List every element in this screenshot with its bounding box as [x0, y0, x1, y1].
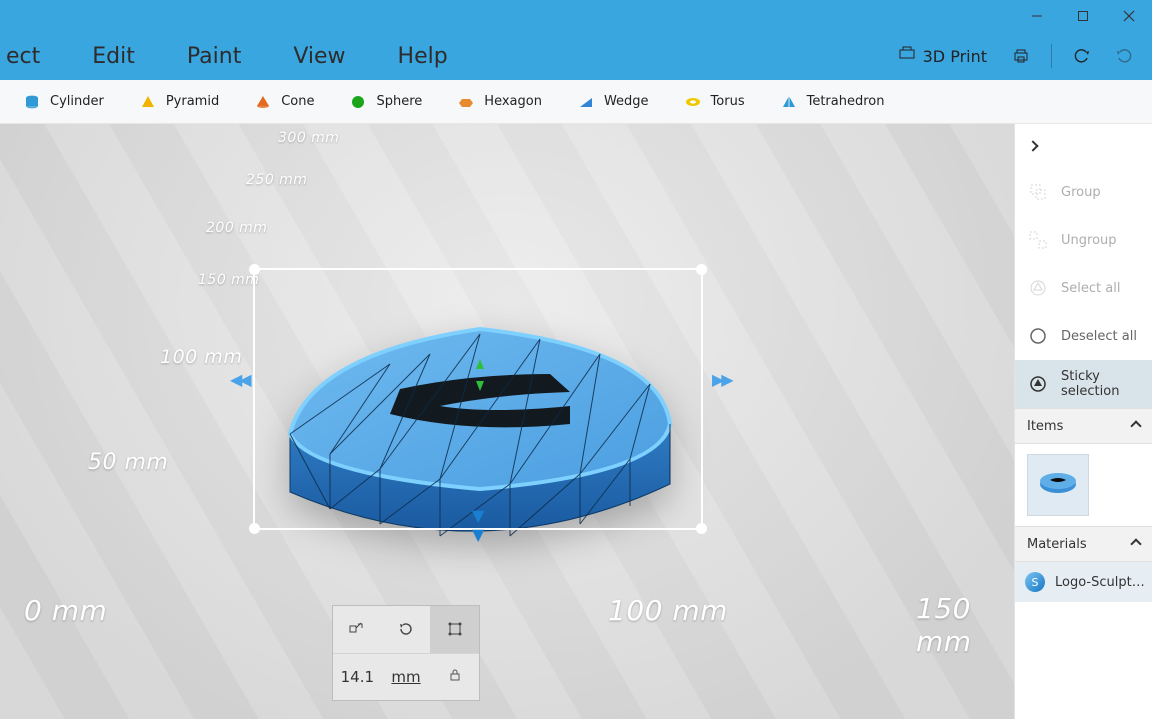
- ruler-x-150: 150 mm: [916, 592, 1014, 658]
- transform-lock-button[interactable]: [430, 668, 479, 686]
- handle-bottom-right[interactable]: [696, 523, 707, 534]
- print-preview-button[interactable]: [1003, 32, 1039, 80]
- handle-bottom-left[interactable]: [249, 523, 260, 534]
- shape-torus[interactable]: Torus: [667, 80, 763, 123]
- window-close-button[interactable]: [1106, 0, 1152, 32]
- window-minimize-button[interactable]: [1014, 0, 1060, 32]
- chevron-right-icon: [1027, 140, 1038, 151]
- selection-bounding-box[interactable]: [253, 268, 703, 530]
- menu-view[interactable]: View: [267, 44, 371, 69]
- menu-help[interactable]: Help: [372, 44, 474, 69]
- 3d-print-icon: [899, 46, 915, 66]
- deselect-icon: [1029, 327, 1047, 345]
- material-name: Logo-Sculpteo.p...: [1055, 575, 1147, 590]
- cylinder-icon: [24, 94, 40, 110]
- shape-hexagon[interactable]: Hexagon: [440, 80, 560, 123]
- rotate-left-arrows-icon[interactable]: ◀◀: [230, 370, 249, 389]
- torus-icon: [685, 94, 701, 110]
- transform-value[interactable]: 14.1: [333, 668, 382, 686]
- side-panel: Group Ungroup Select all Deselect all Sticky…: [1014, 124, 1152, 719]
- group-icon: [1029, 183, 1047, 201]
- transform-panel: 14.1 mm: [332, 605, 480, 701]
- viewport-3d[interactable]: 300 mm 250 mm 200 mm 150 mm 100 mm 50 mm…: [0, 124, 1014, 719]
- ruler-z-150: 150 mm: [198, 272, 259, 288]
- menu-paint[interactable]: Paint: [161, 44, 267, 69]
- sticky-icon: [1029, 375, 1047, 393]
- 3d-print-button[interactable]: 3D Print: [889, 32, 997, 80]
- sphere-icon: [350, 94, 366, 110]
- window-maximize-button[interactable]: [1060, 0, 1106, 32]
- menu-object[interactable]: ect: [0, 44, 66, 69]
- tetrahedron-icon: [781, 94, 797, 110]
- side-action-label: Ungroup: [1061, 233, 1117, 248]
- shape-cone[interactable]: Cone: [237, 80, 332, 123]
- shape-cylinder[interactable]: Cylinder: [6, 80, 122, 123]
- redo-button[interactable]: [1106, 32, 1142, 80]
- ruler-z-200: 200 mm: [206, 220, 267, 236]
- shape-tetrahedron[interactable]: Tetrahedron: [763, 80, 903, 123]
- shape-label: Pyramid: [166, 94, 219, 109]
- hexagon-icon: [458, 94, 474, 110]
- window-titlebar: [0, 0, 1152, 32]
- side-sticky-selection[interactable]: Sticky selection: [1015, 360, 1152, 408]
- side-action-label: Select all: [1061, 281, 1120, 296]
- material-item[interactable]: S Logo-Sculpteo.p...: [1015, 562, 1152, 602]
- side-action-label: Sticky selection: [1061, 369, 1152, 399]
- 3d-print-label: 3D Print: [923, 47, 987, 66]
- ruler-z-300: 300 mm: [278, 130, 339, 146]
- shape-wedge[interactable]: Wedge: [560, 80, 667, 123]
- rotate-right-arrows-icon[interactable]: ▶▶: [712, 370, 731, 389]
- shape-label: Tetrahedron: [807, 94, 885, 109]
- shape-sphere[interactable]: Sphere: [332, 80, 440, 123]
- side-panel-collapse-button[interactable]: [1015, 124, 1152, 168]
- side-action-label: Deselect all: [1061, 329, 1137, 344]
- side-deselect-all[interactable]: Deselect all: [1015, 312, 1152, 360]
- ruler-z-100: 100 mm: [160, 346, 242, 368]
- cone-icon: [255, 94, 271, 110]
- ruler-z-50: 50 mm: [88, 450, 168, 475]
- ruler-x-100: 100 mm: [608, 594, 728, 627]
- side-select-all: Select all: [1015, 264, 1152, 312]
- transform-unit[interactable]: mm: [382, 668, 431, 686]
- chevron-up-icon: [1130, 420, 1141, 431]
- move-mode-button[interactable]: [333, 606, 382, 653]
- separator: [1051, 44, 1052, 68]
- selectall-icon: [1029, 279, 1047, 297]
- menu-edit[interactable]: Edit: [66, 44, 161, 69]
- items-section-header[interactable]: Items: [1015, 408, 1152, 444]
- items-header-label: Items: [1027, 419, 1063, 434]
- side-group: Group: [1015, 168, 1152, 216]
- shapes-toolbar: Cylinder Pyramid Cone Sphere Hexagon Wedge Tor…: [0, 80, 1152, 124]
- shape-label: Hexagon: [484, 94, 542, 109]
- handle-top-right[interactable]: [696, 264, 707, 275]
- ruler-x-0: 0 mm: [24, 594, 107, 627]
- handle-top-left[interactable]: [249, 264, 260, 275]
- materials-header-label: Materials: [1027, 537, 1087, 552]
- chevron-up-icon: [1130, 538, 1141, 549]
- material-icon: S: [1025, 572, 1045, 592]
- materials-section-header[interactable]: Materials: [1015, 526, 1152, 562]
- ruler-z-250: 250 mm: [246, 172, 307, 188]
- scale-mode-button[interactable]: [430, 606, 479, 653]
- side-action-label: Group: [1061, 185, 1101, 200]
- shape-label: Sphere: [376, 94, 422, 109]
- rotate-mode-button[interactable]: [382, 606, 431, 653]
- pyramid-icon: [140, 94, 156, 110]
- item-thumbnail[interactable]: [1027, 454, 1089, 516]
- shape-label: Cylinder: [50, 94, 104, 109]
- shape-label: Cone: [281, 94, 314, 109]
- undo-button[interactable]: [1064, 32, 1100, 80]
- shape-label: Torus: [711, 94, 745, 109]
- shape-pyramid[interactable]: Pyramid: [122, 80, 237, 123]
- ungroup-icon: [1029, 231, 1047, 249]
- shape-label: Wedge: [604, 94, 649, 109]
- menu-bar: ect Edit Paint View Help 3D Print: [0, 32, 1152, 80]
- side-ungroup: Ungroup: [1015, 216, 1152, 264]
- wedge-icon: [578, 94, 594, 110]
- bottom-drag-arrows-icon[interactable]: ▼▼: [472, 506, 481, 544]
